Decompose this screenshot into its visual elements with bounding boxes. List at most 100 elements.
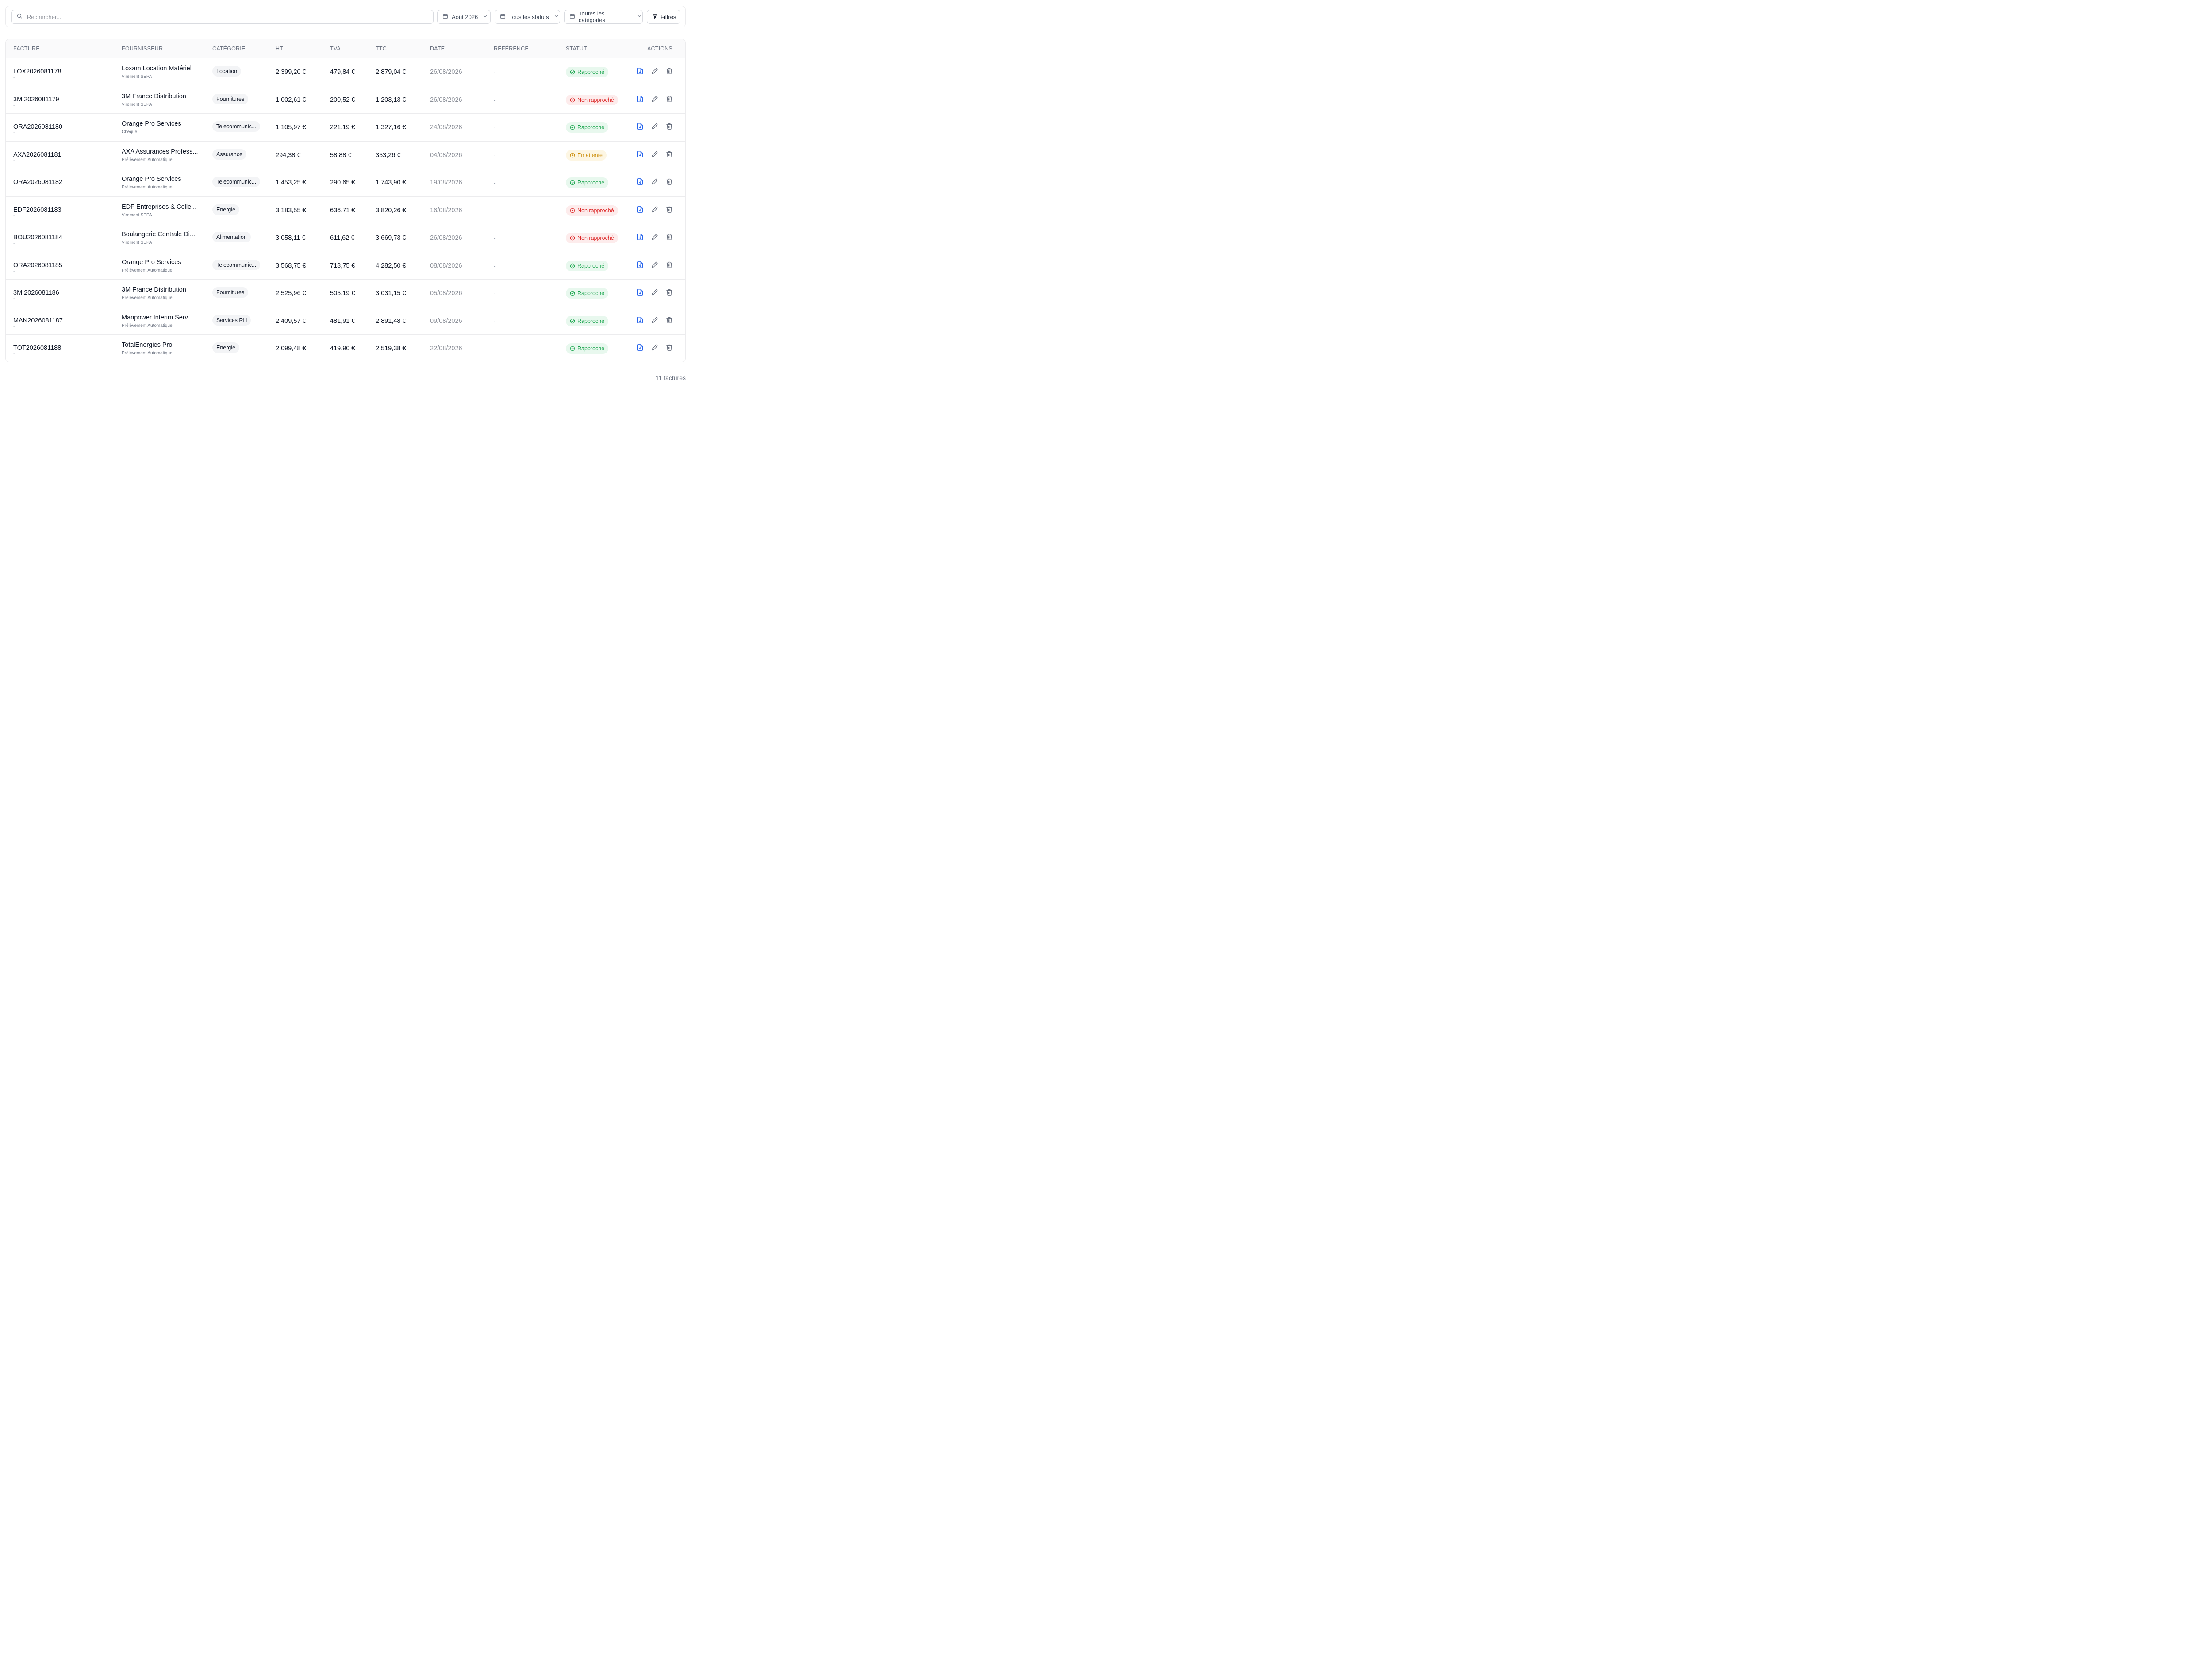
table-row[interactable]: ORA2026081180 - Orange Pro Services Chèq… <box>6 114 685 142</box>
table-row[interactable]: LOX2026081178 - Loxam Location Matériel … <box>6 58 685 86</box>
delete-icon[interactable] <box>666 316 673 324</box>
invoice-date: 26/08/2026 <box>430 234 462 242</box>
table-row[interactable]: AXA2026081181 - AXA Assurances Profess..… <box>6 142 685 169</box>
download-icon[interactable] <box>637 233 644 241</box>
status-badge: Rapproché <box>566 67 609 77</box>
status-badge-label: Rapproché <box>577 180 605 186</box>
status-select[interactable]: Tous les statuts <box>495 10 560 24</box>
category-chip: Energie <box>212 342 240 353</box>
status-badge: Rapproché <box>566 260 609 271</box>
column-header-tva[interactable]: TVA <box>330 46 341 52</box>
calendar-icon <box>569 13 575 20</box>
download-icon[interactable] <box>637 344 644 351</box>
supplier-name: Orange Pro Services <box>122 176 181 183</box>
delete-icon[interactable] <box>666 150 673 158</box>
download-icon[interactable] <box>637 288 644 296</box>
amount-tva: 419,90 € <box>330 345 355 352</box>
search-input[interactable] <box>27 13 416 20</box>
download-icon[interactable] <box>637 95 644 103</box>
delete-icon[interactable] <box>666 206 673 213</box>
amount-tva: 713,75 € <box>330 262 355 269</box>
table-row[interactable]: MAN2026081187 - Manpower Interim Serv...… <box>6 307 685 335</box>
category-chip: Fournitures <box>212 93 249 104</box>
status-badge: Rapproché <box>566 177 609 188</box>
invoice-number: EDF2026081183 <box>13 206 61 214</box>
edit-icon[interactable] <box>651 261 658 269</box>
x-circle-icon <box>570 97 577 103</box>
supplier-name: Orange Pro Services <box>122 258 181 266</box>
supplier-name: 3M France Distribution <box>122 92 186 100</box>
download-icon[interactable] <box>637 178 644 185</box>
edit-icon[interactable] <box>651 150 658 158</box>
download-icon[interactable] <box>637 123 644 130</box>
column-header-ht[interactable]: HT <box>276 46 283 52</box>
month-select[interactable]: Août 2026 <box>437 10 491 24</box>
edit-icon[interactable] <box>651 288 658 296</box>
download-icon[interactable] <box>637 316 644 324</box>
supplier-name: Manpower Interim Serv... <box>122 314 193 321</box>
category-select[interactable]: Toutes les catégories <box>564 10 643 24</box>
column-header-invoice[interactable]: FACTURE <box>13 46 40 52</box>
check-circle-icon <box>570 180 577 185</box>
edit-icon[interactable] <box>651 178 658 185</box>
invoice-date: 22/08/2026 <box>430 345 462 352</box>
delete-icon[interactable] <box>666 344 673 351</box>
table-row[interactable]: BOU2026081184 - Boulangerie Centrale Di.… <box>6 224 685 252</box>
table-row[interactable]: EDF2026081183 - EDF Entreprises & Colle.… <box>6 197 685 224</box>
delete-icon[interactable] <box>666 95 673 103</box>
supplier-name: EDF Entreprises & Colle... <box>122 203 197 211</box>
edit-icon[interactable] <box>651 95 658 103</box>
delete-icon[interactable] <box>666 288 673 296</box>
status-badge-label: Non rapproché <box>577 235 614 241</box>
row-actions <box>637 123 673 130</box>
amount-ht: 2 409,57 € <box>276 317 306 325</box>
delete-icon[interactable] <box>666 261 673 269</box>
invoice-number-sub: - <box>13 352 15 357</box>
category-chip: Energie <box>212 204 240 215</box>
edit-icon[interactable] <box>651 344 658 351</box>
category-chip: Alimentation <box>212 232 251 242</box>
search-box[interactable] <box>11 10 434 24</box>
table-row[interactable]: TOT2026081188 - TotalEnergies Pro Prélèv… <box>6 335 685 362</box>
amount-ttc: 1 203,13 € <box>376 96 406 104</box>
edit-icon[interactable] <box>651 67 658 75</box>
column-header-status[interactable]: STATUT <box>566 46 587 52</box>
edit-icon[interactable] <box>651 316 658 324</box>
table-header: FACTURE FOURNISSEUR CATÉGORIE HT TVA TTC… <box>6 39 685 58</box>
check-circle-icon <box>570 291 577 296</box>
calendar-icon <box>442 13 448 20</box>
filters-button[interactable]: Filtres <box>647 10 680 24</box>
invoice-reference: - <box>494 317 496 325</box>
table-row[interactable]: 3M 2026081186 - 3M France Distribution P… <box>6 280 685 307</box>
column-header-reference[interactable]: RÉFÉRENCE <box>494 46 529 52</box>
delete-icon[interactable] <box>666 123 673 130</box>
invoice-date: 09/08/2026 <box>430 317 462 325</box>
download-icon[interactable] <box>637 67 644 75</box>
check-circle-icon <box>570 69 577 75</box>
delete-icon[interactable] <box>666 67 673 75</box>
amount-tva: 611,62 € <box>330 234 355 242</box>
supplier-name: 3M France Distribution <box>122 286 186 293</box>
download-icon[interactable] <box>637 150 644 158</box>
amount-ttc: 3 669,73 € <box>376 234 406 242</box>
table-row[interactable]: ORA2026081185 - Orange Pro Services Prél… <box>6 252 685 280</box>
column-header-date[interactable]: DATE <box>430 46 445 52</box>
edit-icon[interactable] <box>651 123 658 130</box>
download-icon[interactable] <box>637 206 644 213</box>
category-chip: Fournitures <box>212 287 249 298</box>
edit-icon[interactable] <box>651 206 658 213</box>
x-circle-icon <box>570 208 577 213</box>
amount-ttc: 1 327,16 € <box>376 124 406 131</box>
invoice-number-sub: - <box>13 296 15 301</box>
table-row[interactable]: 3M 2026081179 - 3M France Distribution V… <box>6 86 685 114</box>
amount-ttc: 1 743,90 € <box>376 179 406 186</box>
column-header-category[interactable]: CATÉGORIE <box>212 46 246 52</box>
column-header-ttc[interactable]: TTC <box>376 46 387 52</box>
supplier-name: Loxam Location Matériel <box>122 65 192 72</box>
delete-icon[interactable] <box>666 178 673 185</box>
download-icon[interactable] <box>637 261 644 269</box>
column-header-supplier[interactable]: FOURNISSEUR <box>122 46 163 52</box>
table-row[interactable]: ORA2026081182 - Orange Pro Services Prél… <box>6 169 685 197</box>
edit-icon[interactable] <box>651 233 658 241</box>
delete-icon[interactable] <box>666 233 673 241</box>
